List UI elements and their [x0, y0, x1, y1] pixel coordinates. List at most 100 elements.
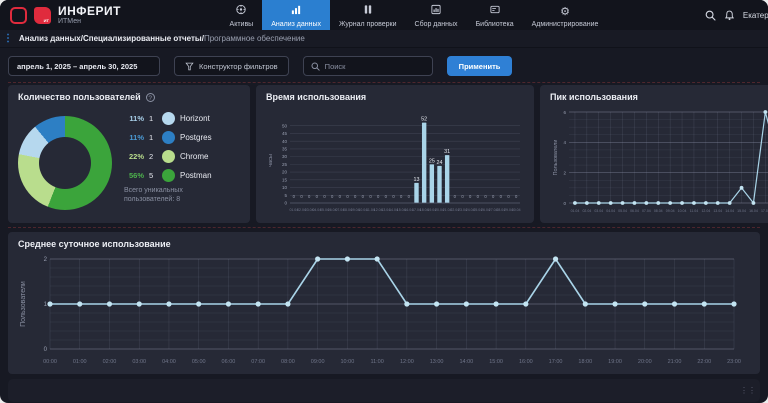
- apply-button[interactable]: Применить: [447, 56, 513, 76]
- legend-color-dot: [162, 112, 175, 125]
- svg-text:10: 10: [282, 185, 288, 190]
- filter-builder-button[interactable]: Конструктор фильтров: [174, 56, 289, 76]
- donut-legend: 11%1Horizont11%1Postgres22%2Chrome56%5Po…: [124, 110, 234, 182]
- svg-text:0: 0: [392, 194, 395, 199]
- breadcrumb-bar: ⋮ Анализ данных/Специализированные отчет…: [0, 30, 768, 48]
- svg-text:часы: часы: [268, 154, 274, 167]
- panel-peak-usage: Пик использования 0246Пользователи01.040…: [540, 85, 768, 223]
- svg-text:0: 0: [308, 194, 311, 199]
- legend-percent: 22%: [124, 152, 144, 161]
- daily-usage-line-chart: 012Пользователи00:0001:0002:0003:0004:00…: [18, 251, 748, 367]
- app-logo[interactable]: ИТ ИНФЕРИТ ИТМен: [0, 0, 131, 30]
- svg-text:0: 0: [362, 194, 365, 199]
- svg-text:15.04: 15.04: [737, 209, 746, 213]
- legend-percent: 56%: [124, 171, 144, 180]
- svg-text:Пользователи: Пользователи: [20, 281, 27, 327]
- peak-usage-line-chart: 0246Пользователи01.0402.0403.0404.0405.0…: [550, 104, 768, 216]
- legend-row-chrome[interactable]: 22%2Chrome: [124, 150, 234, 163]
- search-icon[interactable]: [705, 10, 716, 21]
- nav-item-4[interactable]: Библиотека: [467, 0, 523, 30]
- panel-usage-time-title: Время использования: [266, 92, 524, 102]
- svg-text:0: 0: [300, 194, 303, 199]
- svg-text:0: 0: [454, 194, 457, 199]
- legend-footnote: Всего уникальных пользователей: 8: [124, 186, 234, 205]
- drag-handle-icon[interactable]: ⋮: [0, 34, 13, 44]
- legend-row-horizont[interactable]: 11%1Horizont: [124, 112, 234, 125]
- nav-item-5[interactable]: ⚙Администрирование: [523, 0, 608, 30]
- search-field[interactable]: [303, 56, 433, 76]
- nav-item-3[interactable]: Сбор данных: [406, 0, 467, 30]
- svg-text:13: 13: [414, 177, 420, 183]
- nav-item-2[interactable]: Журнал проверки: [330, 0, 405, 30]
- app-window: ИТ ИНФЕРИТ ИТМен АктивыАнализ данныхЖурн…: [0, 0, 768, 403]
- nav-item-1[interactable]: Анализ данных: [262, 0, 330, 30]
- svg-text:07:00: 07:00: [251, 359, 265, 365]
- svg-text:0: 0: [323, 194, 326, 199]
- legend-count: 5: [149, 171, 157, 180]
- svg-text:2: 2: [44, 257, 48, 263]
- svg-text:0: 0: [515, 194, 518, 199]
- svg-text:09:00: 09:00: [311, 359, 325, 365]
- footer-handle-icon[interactable]: ⋮⋮: [740, 386, 756, 395]
- dashboard-row-top: Количество пользователей ? 11%1Horizont1…: [0, 83, 768, 223]
- search-input[interactable]: [325, 62, 425, 71]
- svg-text:50: 50: [282, 123, 288, 128]
- legend-count: 2: [149, 152, 157, 161]
- svg-text:03.04: 03.04: [594, 209, 603, 213]
- svg-text:6: 6: [563, 110, 566, 115]
- header-right-group: Екатерина: [697, 0, 768, 30]
- svg-text:0: 0: [469, 194, 472, 199]
- svg-text:01:00: 01:00: [73, 359, 87, 365]
- svg-text:0: 0: [284, 201, 287, 206]
- svg-text:03:00: 03:00: [132, 359, 146, 365]
- legend-count: 1: [149, 133, 157, 142]
- svg-text:0: 0: [408, 194, 411, 199]
- svg-text:00:00: 00:00: [43, 359, 57, 365]
- legend-percent: 11%: [124, 114, 144, 123]
- date-range-field[interactable]: [8, 56, 160, 76]
- svg-text:Пользователи: Пользователи: [553, 140, 559, 176]
- svg-text:25: 25: [282, 162, 288, 167]
- journal-icon: [362, 2, 374, 20]
- svg-text:4: 4: [563, 140, 566, 145]
- svg-text:2: 2: [563, 170, 566, 175]
- svg-text:20: 20: [282, 170, 288, 175]
- user-count-donut-chart: [18, 116, 112, 210]
- legend-label: Postgres: [180, 133, 212, 142]
- svg-text:22:00: 22:00: [697, 359, 711, 365]
- nav-item-label: Сбор данных: [415, 21, 458, 28]
- legend-row-postgres[interactable]: 11%1Postgres: [124, 131, 234, 144]
- svg-text:16.04: 16.04: [749, 209, 758, 213]
- nav-item-label: Библиотека: [476, 21, 514, 28]
- panel-daily-usage: Среднее суточное использование 012Пользо…: [8, 232, 760, 374]
- legend-color-dot: [162, 131, 175, 144]
- svg-text:0: 0: [461, 194, 464, 199]
- nav-item-label: Администрирование: [532, 21, 599, 28]
- date-range-input[interactable]: [9, 62, 159, 71]
- bell-icon[interactable]: [724, 10, 735, 21]
- svg-text:16:00: 16:00: [519, 359, 533, 365]
- usage-time-bar-chart: 05101520253035404550часы001.04002.04003.…: [266, 104, 524, 216]
- svg-text:21:00: 21:00: [668, 359, 682, 365]
- svg-text:09.04: 09.04: [666, 209, 675, 213]
- svg-text:02:00: 02:00: [103, 359, 117, 365]
- dashboard-row-bottom: Среднее суточное использование 012Пользо…: [0, 228, 768, 374]
- svg-text:10:00: 10:00: [341, 359, 355, 365]
- svg-text:45: 45: [282, 131, 288, 136]
- filter-builder-label: Конструктор фильтров: [199, 62, 278, 71]
- svg-text:30: 30: [282, 154, 288, 159]
- breadcrumb-bold[interactable]: Анализ данных/Специализированные отчеты/: [19, 34, 204, 43]
- svg-text:0: 0: [484, 194, 487, 199]
- footer-bar: ⋮⋮: [8, 379, 760, 402]
- help-icon[interactable]: ?: [146, 93, 155, 102]
- svg-text:05:00: 05:00: [192, 359, 206, 365]
- svg-text:06:00: 06:00: [222, 359, 236, 365]
- svg-text:14.04: 14.04: [725, 209, 734, 213]
- svg-text:30.04: 30.04: [512, 208, 521, 212]
- legend-row-postman[interactable]: 56%5Postman: [124, 169, 234, 182]
- user-name[interactable]: Екатерина: [743, 11, 768, 20]
- svg-text:0: 0: [500, 194, 503, 199]
- nav-item-0[interactable]: Активы: [221, 0, 263, 30]
- svg-text:05.04: 05.04: [618, 209, 627, 213]
- svg-text:0: 0: [316, 194, 319, 199]
